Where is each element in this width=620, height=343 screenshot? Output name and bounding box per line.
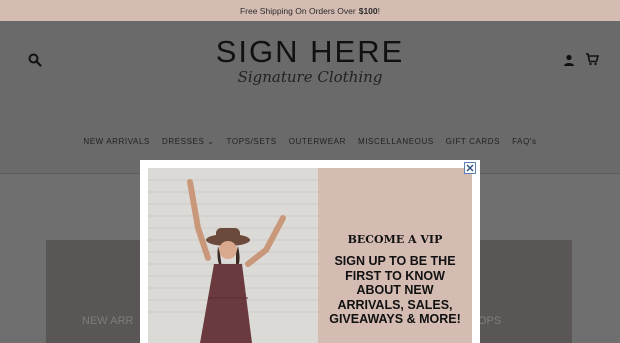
popup-photo xyxy=(148,168,318,343)
close-icon xyxy=(466,164,474,172)
collection-label-right: OPS xyxy=(478,315,502,327)
announcement-bang: ! xyxy=(377,5,381,16)
nav-item-gift-cards[interactable]: GIFT CARDS xyxy=(440,137,506,146)
nav-item-faqs[interactable]: FAQ's xyxy=(506,137,543,146)
nav-item-tops-sets[interactable]: TOPS/SETS xyxy=(221,137,283,146)
nav-item-miscellaneous[interactable]: MISCELLANEOUS xyxy=(352,137,440,146)
collection-label-left: NEW ARR xyxy=(82,315,134,327)
logo-wordmark[interactable]: SIGN HERE xyxy=(0,34,620,70)
nav-item-new-arrivals[interactable]: NEW ARRIVALS xyxy=(77,137,156,146)
vip-popup: BECOME A VIP SIGN UP TO BE THE FIRST TO … xyxy=(140,160,480,343)
account-icon[interactable] xyxy=(563,54,575,66)
nav-item-dresses[interactable]: DRESSES ⌄ xyxy=(156,137,221,146)
close-button[interactable] xyxy=(464,162,476,174)
announcement-amount: $100 xyxy=(358,5,378,16)
main-nav: NEW ARRIVALS DRESSES ⌄ TOPS/SETS OUTERWE… xyxy=(0,137,620,146)
logo-tagline: Signature Clothing xyxy=(237,68,383,86)
popup-body: SIGN UP TO BE THE FIRST TO KNOW ABOUT NE… xyxy=(329,254,461,326)
popup-title: BECOME A VIP xyxy=(347,233,443,246)
popup-photo-illustration xyxy=(148,168,318,343)
announcement-text: Free Shipping On Orders Over xyxy=(239,5,356,16)
announcement-bar: Free Shipping On Orders Over $100! xyxy=(0,0,620,21)
cart-icon[interactable] xyxy=(585,52,599,66)
nav-item-outerwear[interactable]: OUTERWEAR xyxy=(283,137,352,146)
